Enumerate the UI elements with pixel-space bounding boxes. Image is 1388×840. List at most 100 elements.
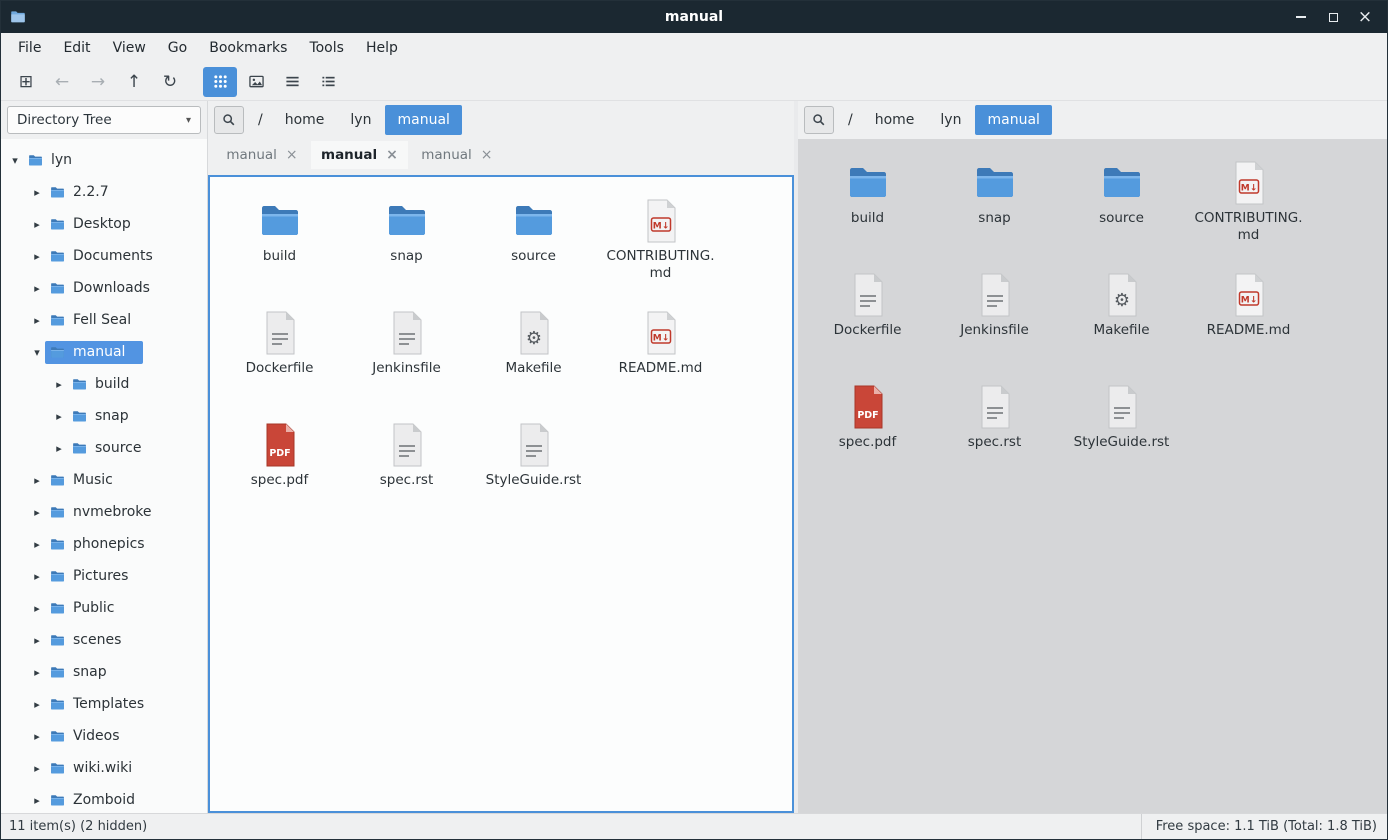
tab-close-icon[interactable]: × — [286, 147, 298, 163]
file-README.md[interactable]: M↓README.md — [597, 303, 724, 415]
breadcrumb-lyn[interactable]: lyn — [338, 105, 383, 135]
file-Jenkinsfile[interactable]: Jenkinsfile — [931, 265, 1058, 377]
tab-close-icon[interactable]: × — [481, 147, 493, 163]
chevron-right-icon[interactable]: ▸ — [51, 410, 67, 423]
tree-item-source[interactable]: ▸source — [1, 432, 207, 464]
menu-bookmarks[interactable]: Bookmarks — [198, 33, 298, 63]
thumbnail-view-button[interactable] — [239, 67, 273, 97]
path-edit-button[interactable] — [214, 106, 244, 134]
file-Dockerfile[interactable]: Dockerfile — [216, 303, 343, 415]
chevron-right-icon[interactable]: ▸ — [29, 282, 45, 295]
tree-item-documents[interactable]: ▸Documents — [1, 240, 207, 272]
chevron-right-icon[interactable]: ▸ — [29, 186, 45, 199]
menu-go[interactable]: Go — [157, 33, 198, 63]
tree-item-music[interactable]: ▸Music — [1, 464, 207, 496]
file-snap[interactable]: snap — [931, 153, 1058, 265]
menu-tools[interactable]: Tools — [298, 33, 355, 63]
forward-button[interactable]: → — [81, 67, 115, 97]
tree-item-build[interactable]: ▸build — [1, 368, 207, 400]
chevron-right-icon[interactable]: ▸ — [29, 794, 45, 807]
tab-manual[interactable]: manual× — [409, 141, 505, 169]
back-button[interactable]: ← — [45, 67, 79, 97]
chevron-right-icon[interactable]: ▸ — [29, 698, 45, 711]
chevron-right-icon[interactable]: ▸ — [51, 442, 67, 455]
chevron-right-icon[interactable]: ▸ — [29, 250, 45, 263]
tree-item-2.2.7[interactable]: ▸2.2.7 — [1, 176, 207, 208]
tree-item-videos[interactable]: ▸Videos — [1, 720, 207, 752]
file-CONTRIBUTING.md[interactable]: M↓CONTRIBUTING.md — [597, 191, 724, 303]
minimize-button[interactable] — [1287, 5, 1315, 29]
file-source[interactable]: source — [1058, 153, 1185, 265]
file-Jenkinsfile[interactable]: Jenkinsfile — [343, 303, 470, 415]
breadcrumb-home[interactable]: home — [863, 105, 927, 135]
menu-view[interactable]: View — [102, 33, 157, 63]
sidebar-mode-select[interactable]: Directory Tree ▾ — [7, 106, 201, 134]
tree-item-phonepics[interactable]: ▸phonepics — [1, 528, 207, 560]
tree-item-scenes[interactable]: ▸scenes — [1, 624, 207, 656]
file-spec.pdf[interactable]: PDFspec.pdf — [804, 377, 931, 489]
breadcrumb-manual[interactable]: manual — [385, 105, 461, 135]
tree-item-manual[interactable]: ▾manual — [1, 336, 207, 368]
file-spec.pdf[interactable]: PDFspec.pdf — [216, 415, 343, 527]
file-StyleGuide.rst[interactable]: StyleGuide.rst — [1058, 377, 1185, 489]
tree-item-desktop[interactable]: ▸Desktop — [1, 208, 207, 240]
tree-item-snap[interactable]: ▸snap — [1, 656, 207, 688]
chevron-right-icon[interactable]: ▸ — [51, 378, 67, 391]
chevron-down-icon[interactable]: ▾ — [29, 346, 45, 359]
file-snap[interactable]: snap — [343, 191, 470, 303]
refresh-button[interactable]: ↻ — [153, 67, 187, 97]
breadcrumb-root[interactable]: / — [250, 105, 271, 135]
maximize-button[interactable] — [1319, 5, 1347, 29]
chevron-right-icon[interactable]: ▸ — [29, 506, 45, 519]
file-Dockerfile[interactable]: Dockerfile — [804, 265, 931, 377]
breadcrumb-lyn[interactable]: lyn — [928, 105, 973, 135]
up-button[interactable]: ↑ — [117, 67, 151, 97]
file-CONTRIBUTING.md[interactable]: M↓CONTRIBUTING.md — [1185, 153, 1312, 265]
file-Makefile[interactable]: ⚙Makefile — [470, 303, 597, 415]
icon-view-button[interactable] — [203, 67, 237, 97]
breadcrumb-root[interactable]: / — [840, 105, 861, 135]
menu-help[interactable]: Help — [355, 33, 409, 63]
file-Makefile[interactable]: ⚙Makefile — [1058, 265, 1185, 377]
new-tab-button[interactable]: ⊞ — [9, 67, 43, 97]
file-source[interactable]: source — [470, 191, 597, 303]
left-file-view[interactable]: buildsnapsourceM↓CONTRIBUTING.md Dockerfi… — [208, 175, 794, 813]
breadcrumb-manual[interactable]: manual — [975, 105, 1051, 135]
tab-manual[interactable]: manual× — [311, 141, 408, 169]
file-build[interactable]: build — [804, 153, 931, 265]
tree-item-pictures[interactable]: ▸Pictures — [1, 560, 207, 592]
breadcrumb-home[interactable]: home — [273, 105, 337, 135]
chevron-down-icon[interactable]: ▾ — [7, 154, 23, 167]
file-spec.rst[interactable]: spec.rst — [343, 415, 470, 527]
chevron-right-icon[interactable]: ▸ — [29, 602, 45, 615]
tab-close-icon[interactable]: × — [386, 147, 398, 163]
chevron-right-icon[interactable]: ▸ — [29, 314, 45, 327]
chevron-right-icon[interactable]: ▸ — [29, 762, 45, 775]
tree-item-templates[interactable]: ▸Templates — [1, 688, 207, 720]
close-button[interactable] — [1351, 5, 1379, 29]
right-file-view[interactable]: buildsnapsourceM↓CONTRIBUTING.md Dockerfi… — [798, 139, 1387, 813]
compact-view-button[interactable] — [275, 67, 309, 97]
file-StyleGuide.rst[interactable]: StyleGuide.rst — [470, 415, 597, 527]
path-edit-button[interactable] — [804, 106, 834, 134]
file-build[interactable]: build — [216, 191, 343, 303]
file-README.md[interactable]: M↓README.md — [1185, 265, 1312, 377]
chevron-right-icon[interactable]: ▸ — [29, 634, 45, 647]
tree-item-downloads[interactable]: ▸Downloads — [1, 272, 207, 304]
tree-item-nvmebroke[interactable]: ▸nvmebroke — [1, 496, 207, 528]
tree-item-snap[interactable]: ▸snap — [1, 400, 207, 432]
menu-file[interactable]: File — [7, 33, 52, 63]
chevron-right-icon[interactable]: ▸ — [29, 666, 45, 679]
chevron-right-icon[interactable]: ▸ — [29, 730, 45, 743]
chevron-right-icon[interactable]: ▸ — [29, 218, 45, 231]
tree-item-fell-seal[interactable]: ▸Fell Seal — [1, 304, 207, 336]
chevron-right-icon[interactable]: ▸ — [29, 474, 45, 487]
tree-item-public[interactable]: ▸Public — [1, 592, 207, 624]
detailed-list-view-button[interactable] — [311, 67, 345, 97]
tab-manual[interactable]: manual× — [214, 141, 310, 169]
tree-item-zomboid[interactable]: ▸Zomboid — [1, 784, 207, 813]
chevron-right-icon[interactable]: ▸ — [29, 538, 45, 551]
menu-edit[interactable]: Edit — [52, 33, 101, 63]
tree-item-lyn[interactable]: ▾lyn — [1, 144, 207, 176]
chevron-right-icon[interactable]: ▸ — [29, 570, 45, 583]
